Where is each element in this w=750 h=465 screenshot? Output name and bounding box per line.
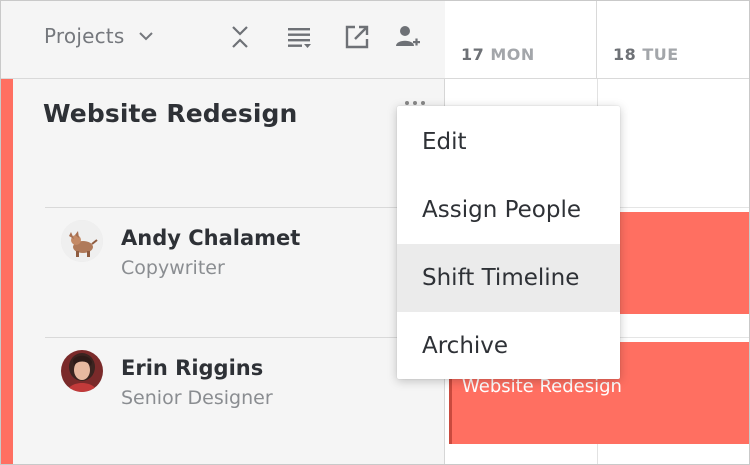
person-role: Copywriter: [121, 257, 225, 279]
project-options-menu: Edit Assign People Shift Timeline Archiv…: [397, 106, 620, 379]
person-role: Senior Designer: [121, 387, 273, 409]
person-row-andy[interactable]: Andy Chalamet Copywriter: [61, 220, 441, 300]
menu-item-edit[interactable]: Edit: [397, 108, 620, 176]
person-photo-icon: [61, 350, 103, 392]
sidebar-toolbar: Projects: [1, 1, 445, 79]
projects-dropdown[interactable]: Projects: [44, 21, 154, 51]
app-frame: Projects Website Redesign Andy Chalamet …: [0, 0, 750, 465]
chevron-down-icon: [139, 32, 154, 41]
list-sort-icon: [288, 28, 311, 48]
day-number: 17: [461, 45, 485, 64]
collapse-button[interactable]: [226, 23, 254, 51]
open-external-icon: [345, 25, 369, 49]
toy-avatar-icon: [61, 220, 103, 262]
day-of-week: MON: [490, 45, 535, 64]
day-of-week: TUE: [642, 45, 679, 64]
menu-item-archive[interactable]: Archive: [397, 312, 620, 380]
day-label: 17 MON: [461, 45, 535, 64]
row-divider: [45, 337, 445, 338]
day-header-tue: 18 TUE: [597, 1, 749, 79]
project-sidebar: Projects Website Redesign Andy Chalamet …: [1, 1, 445, 464]
collapse-icon: [232, 26, 248, 48]
person-name: Andy Chalamet: [121, 226, 301, 250]
row-divider: [45, 207, 445, 208]
project-title: Website Redesign: [43, 99, 298, 128]
list-sort-button[interactable]: [285, 23, 313, 51]
add-person-icon: [396, 26, 420, 46]
avatar: [61, 350, 103, 392]
projects-dropdown-label: Projects: [44, 24, 125, 48]
open-external-button[interactable]: [343, 23, 371, 51]
person-name: Erin Riggins: [121, 356, 264, 380]
day-header-mon: 17 MON: [445, 1, 597, 79]
day-number: 18: [613, 45, 637, 64]
add-person-button[interactable]: [393, 23, 421, 51]
day-label: 18 TUE: [613, 45, 679, 64]
person-row-erin[interactable]: Erin Riggins Senior Designer: [61, 350, 441, 430]
menu-item-assign-people[interactable]: Assign People: [397, 176, 620, 244]
menu-item-shift-timeline[interactable]: Shift Timeline: [397, 244, 620, 312]
project-color-bar: [1, 79, 13, 464]
avatar: [61, 220, 103, 262]
